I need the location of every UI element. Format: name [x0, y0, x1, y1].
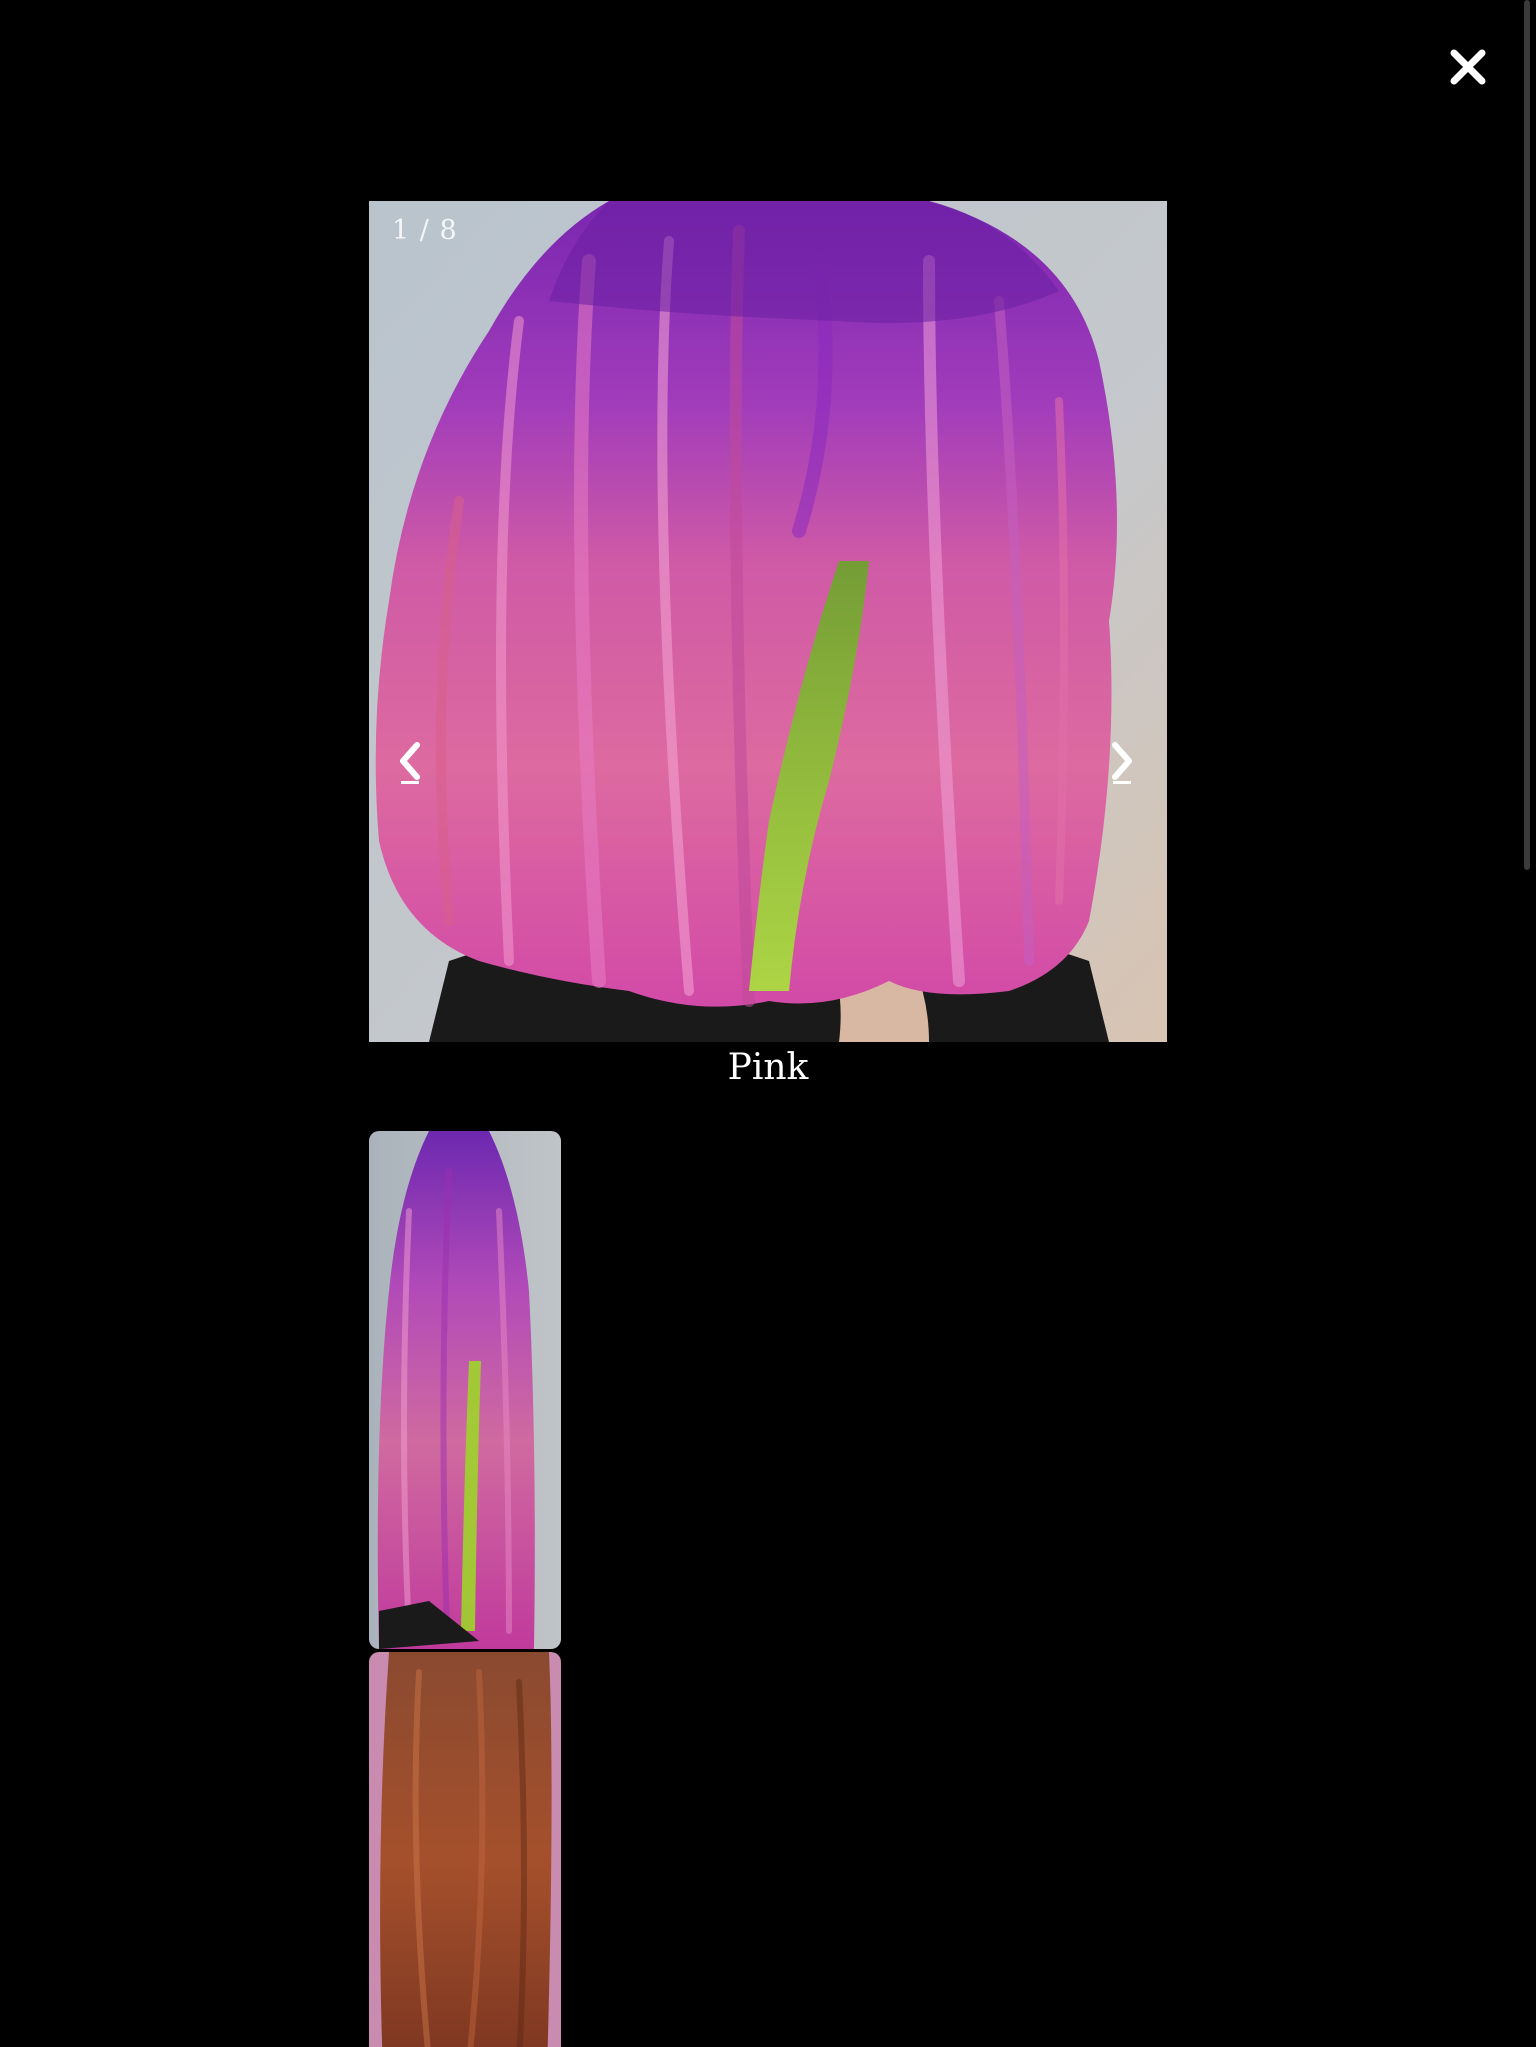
- image-counter: 1 / 8: [392, 215, 458, 246]
- thumbnail-image: [369, 1652, 561, 2047]
- chevron-right-icon: [1112, 742, 1132, 784]
- close-button[interactable]: [1448, 44, 1488, 90]
- image-caption: Pink: [727, 1047, 809, 1088]
- next-image-button[interactable]: [1099, 731, 1143, 791]
- thumbnail-image: [369, 1131, 561, 1649]
- main-photo: [369, 201, 1167, 1042]
- chevron-left-icon: [400, 742, 420, 784]
- thumbnail-pink-long-hair[interactable]: [369, 1131, 561, 1649]
- previous-image-button[interactable]: [389, 731, 433, 791]
- scrollbar[interactable]: [1524, 0, 1530, 870]
- image-viewer: 1 / 8: [369, 201, 1167, 1042]
- thumbnail-copper-long-hair[interactable]: [369, 1652, 561, 2047]
- close-icon: [1450, 49, 1486, 85]
